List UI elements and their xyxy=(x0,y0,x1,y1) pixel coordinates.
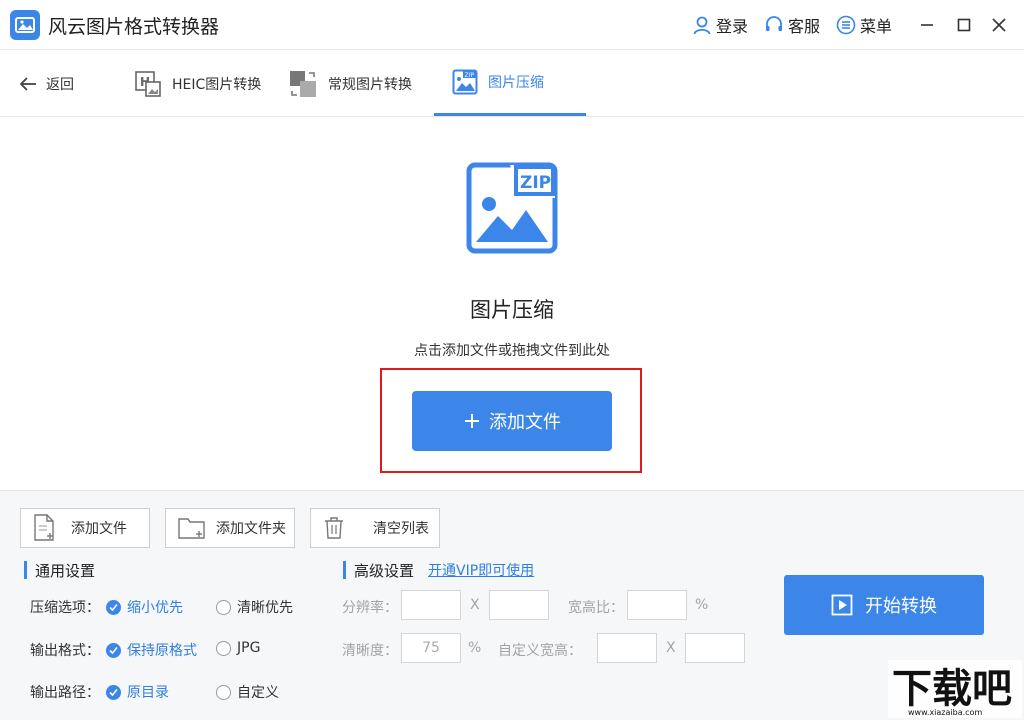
app-title: 风云图片格式转换器 xyxy=(48,16,220,38)
add-file-main-button[interactable]: 添加文件 xyxy=(412,391,612,451)
radio-unchecked-icon xyxy=(216,599,231,615)
radio-unchecked-icon xyxy=(216,684,231,700)
active-tab-indicator xyxy=(434,113,586,116)
plus-icon xyxy=(465,414,479,428)
section-marker xyxy=(24,561,27,579)
compress-opt-clear[interactable]: 清晰优先 xyxy=(216,597,293,617)
output-format-label: 输出格式： xyxy=(30,643,100,659)
format-opt-jpg-label: JPG xyxy=(237,640,261,656)
dropzone-hint[interactable]: 点击添加文件或拖拽文件到此处 xyxy=(362,340,662,360)
svg-text:ZIP: ZIP xyxy=(465,72,475,79)
user-icon xyxy=(693,16,711,35)
close-icon xyxy=(992,18,1006,32)
tab-image-compress[interactable]: ZIP 图片压缩 xyxy=(452,64,544,100)
advanced-settings-title: 高级设置 xyxy=(354,561,415,580)
compress-opt-clear-label: 清晰优先 xyxy=(237,600,293,616)
start-convert-label: 开始转换 xyxy=(865,596,937,617)
aspect-ratio-label: 宽高比： xyxy=(568,600,624,616)
arrow-left-icon xyxy=(19,77,36,91)
maximize-icon xyxy=(957,18,971,32)
resolution-label: 分辨率： xyxy=(342,600,398,616)
menu-button[interactable]: 菜单 xyxy=(836,14,892,36)
add-file-label: 添加文件 xyxy=(71,521,127,537)
support-button[interactable]: 客服 xyxy=(764,14,820,36)
back-button[interactable]: 返回 xyxy=(18,72,74,96)
login-label: 登录 xyxy=(716,17,749,36)
compress-opt-smaller-label: 缩小优先 xyxy=(127,600,183,616)
dropzone-title: 图片压缩 xyxy=(470,298,554,322)
section-marker xyxy=(343,561,346,579)
heic-file-icon: H xyxy=(135,71,161,97)
add-folder-label: 添加文件夹 xyxy=(216,521,286,537)
watermark-url: www.xiazaiba.com xyxy=(908,708,982,717)
radio-checked-icon xyxy=(106,642,121,658)
clarity-input[interactable]: 75 xyxy=(401,633,461,663)
advanced-settings-header: 高级设置 开通VIP即可使用 xyxy=(343,560,534,580)
add-file-button[interactable]: 添加文件 xyxy=(20,508,150,548)
path-opt-custom-label: 自定义 xyxy=(237,685,279,701)
resolution-height-input[interactable] xyxy=(489,590,549,620)
trash-icon xyxy=(325,517,343,539)
tab-compress-label: 图片压缩 xyxy=(488,75,544,91)
custom-width-input[interactable] xyxy=(597,633,657,663)
clear-list-button[interactable]: 清空列表 xyxy=(310,508,440,548)
tab-regular-label: 常规图片转换 xyxy=(328,77,412,93)
clear-list-label: 清空列表 xyxy=(373,521,429,537)
file-add-icon xyxy=(34,514,54,541)
radio-checked-icon xyxy=(106,599,121,615)
site-watermark: 下载吧 www.xiazaiba.com xyxy=(888,660,1022,718)
zip-image-icon: ZIP xyxy=(452,69,478,95)
play-icon xyxy=(831,594,853,616)
path-opt-original-label: 原目录 xyxy=(127,685,169,701)
menu-icon xyxy=(836,15,856,35)
aspect-ratio-percent: % xyxy=(695,597,709,613)
path-opt-custom[interactable]: 自定义 xyxy=(216,682,279,702)
custom-size-x-separator: X xyxy=(666,640,676,656)
compress-option-label: 压缩选项： xyxy=(30,600,100,616)
login-button[interactable]: 登录 xyxy=(692,14,748,36)
clarity-percent: % xyxy=(468,640,482,656)
support-label: 客服 xyxy=(788,17,821,36)
maximize-button[interactable] xyxy=(953,14,975,36)
close-button[interactable] xyxy=(988,14,1010,36)
back-label: 返回 xyxy=(46,77,74,93)
menu-label: 菜单 xyxy=(860,17,893,36)
general-settings-header: 通用设置 xyxy=(24,560,95,580)
folder-add-icon xyxy=(178,518,205,539)
format-opt-jpg[interactable]: JPG xyxy=(216,640,260,656)
format-opt-keep-label: 保持原格式 xyxy=(127,643,197,659)
minimize-icon xyxy=(921,24,933,26)
format-opt-keep[interactable]: 保持原格式 xyxy=(106,640,197,660)
watermark-brand: 下载吧 xyxy=(892,666,1012,712)
output-path-label: 输出路径： xyxy=(30,685,100,701)
add-file-main-label: 添加文件 xyxy=(489,412,561,433)
vip-link[interactable]: 开通VIP即可使用 xyxy=(428,560,534,580)
radio-checked-icon xyxy=(106,684,121,700)
radio-unchecked-icon xyxy=(216,640,231,656)
path-opt-original[interactable]: 原目录 xyxy=(106,682,169,702)
tab-heic-convert[interactable]: H HEIC图片转换 xyxy=(134,66,261,102)
resolution-x-separator: X xyxy=(470,597,480,613)
clarity-label: 清晰度： xyxy=(342,643,398,659)
general-settings-title: 通用设置 xyxy=(35,561,96,580)
zip-compress-icon[interactable]: ZIP xyxy=(466,162,558,254)
minimize-button[interactable] xyxy=(916,14,938,36)
headset-icon xyxy=(766,16,782,31)
app-logo-icon xyxy=(10,10,40,40)
aspect-ratio-input[interactable] xyxy=(627,590,687,620)
resolution-width-input[interactable] xyxy=(401,590,461,620)
add-folder-button[interactable]: 添加文件夹 xyxy=(165,508,295,548)
tab-regular-convert[interactable]: 常规图片转换 xyxy=(288,66,412,102)
custom-size-label: 自定义宽高： xyxy=(498,643,582,659)
custom-height-input[interactable] xyxy=(685,633,745,663)
compress-opt-smaller[interactable]: 缩小优先 xyxy=(106,597,183,617)
convert-images-icon xyxy=(290,71,316,97)
start-convert-button[interactable]: 开始转换 xyxy=(784,575,984,635)
zip-label: ZIP xyxy=(520,173,551,193)
tab-heic-label: HEIC图片转换 xyxy=(172,77,262,93)
